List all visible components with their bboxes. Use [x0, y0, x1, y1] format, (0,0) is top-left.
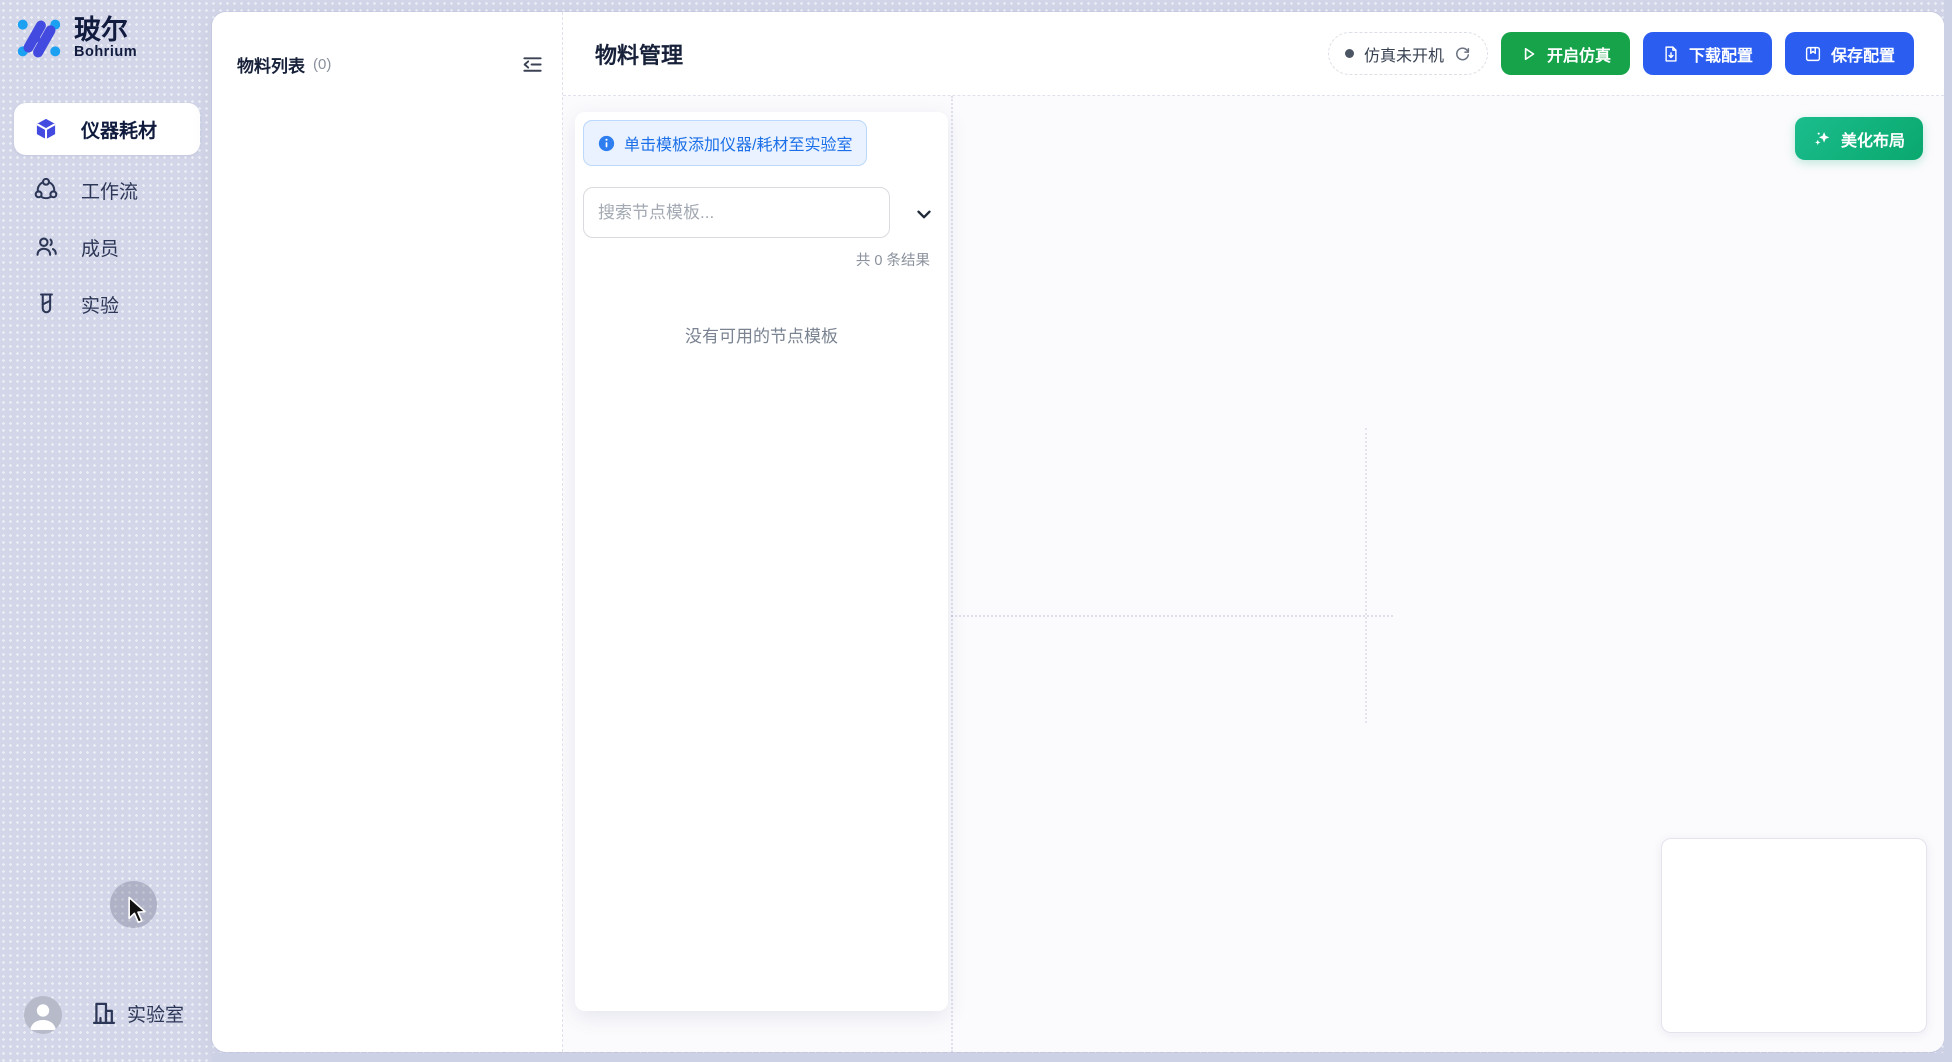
horizontal-scrollbar[interactable] — [212, 1053, 1952, 1062]
logo-subtitle: Bohrium — [74, 44, 137, 60]
minimap[interactable] — [1661, 838, 1927, 1033]
sidebar-item-workflow[interactable]: 工作流 — [14, 164, 200, 216]
logo-text: 玻尔 Bohrium — [74, 16, 137, 60]
beautify-layout-label: 美化布局 — [1841, 127, 1905, 151]
save-icon — [1804, 45, 1822, 63]
empty-state-text: 没有可用的节点模板 — [583, 322, 940, 347]
vertical-scrollbar[interactable] — [1944, 0, 1952, 1062]
info-icon — [598, 135, 615, 152]
collapse-panel-icon[interactable] — [521, 53, 544, 76]
canvas-guide-line — [1365, 428, 1367, 723]
hint-banner: 单击模板添加仪器/耗材至实验室 — [583, 120, 867, 166]
logo: 玻尔 Bohrium — [16, 16, 137, 60]
cube-icon — [33, 116, 59, 142]
sidebar-item-instruments[interactable]: 仪器耗材 — [14, 103, 200, 155]
start-simulation-button[interactable]: 开启仿真 — [1501, 32, 1630, 75]
hint-banner-text: 单击模板添加仪器/耗材至实验室 — [624, 131, 852, 155]
topbar: 物料管理 仿真未开机 开启仿真 — [563, 12, 1944, 96]
materials-list-count: (0) — [313, 56, 331, 73]
topbar-actions: 仿真未开机 开启仿真 — [1328, 32, 1914, 75]
materials-panel-header: 物料列表 (0) — [212, 12, 562, 77]
user-icon — [24, 996, 62, 1034]
template-panel: 单击模板添加仪器/耗材至实验室 共 0 条结果 没有可用的节点模板 — [575, 112, 948, 1011]
logo-title: 玻尔 — [74, 16, 137, 44]
page-title: 物料管理 — [595, 38, 683, 70]
chevron-down-icon — [913, 203, 935, 225]
canvas-guide-line — [951, 96, 953, 1052]
status-dot-icon — [1345, 49, 1354, 58]
materials-list-panel: 物料列表 (0) — [212, 12, 563, 1052]
sidebar-item-experiment[interactable]: 实验 — [14, 278, 200, 330]
search-input[interactable] — [583, 187, 890, 238]
workflow-icon — [33, 177, 59, 203]
save-config-label: 保存配置 — [1831, 42, 1895, 66]
sidebar-item-lab[interactable]: 实验室 — [90, 999, 184, 1027]
search-row — [583, 187, 940, 238]
download-file-icon — [1662, 45, 1680, 63]
play-icon — [1520, 45, 1538, 63]
download-config-label: 下载配置 — [1689, 42, 1753, 66]
sparkles-icon — [1813, 129, 1832, 148]
mouse-cursor — [126, 896, 150, 924]
main-window: 物料列表 (0) 物料管理 仿真未开机 — [212, 12, 1944, 1052]
expand-filter-button[interactable] — [910, 200, 938, 228]
results-count: 共 0 条结果 — [583, 249, 940, 270]
download-config-button[interactable]: 下载配置 — [1643, 32, 1772, 75]
lab-label: 实验室 — [127, 1000, 184, 1027]
bohrium-logo-icon — [16, 16, 62, 60]
building-icon — [90, 999, 118, 1027]
sidebar-item-label: 仪器耗材 — [81, 116, 157, 143]
save-config-button[interactable]: 保存配置 — [1785, 32, 1914, 75]
sidebar: 玻尔 Bohrium 仪器耗材 工作流 成员 — [0, 0, 212, 1062]
status-text: 仿真未开机 — [1364, 42, 1444, 66]
start-simulation-label: 开启仿真 — [1547, 42, 1611, 66]
canvas-guide-line — [951, 615, 1393, 617]
sidebar-item-label: 成员 — [81, 234, 119, 261]
sidebar-item-members[interactable]: 成员 — [14, 221, 200, 273]
refresh-icon[interactable] — [1454, 45, 1471, 62]
avatar[interactable] — [24, 996, 62, 1034]
main-area: 物料管理 仿真未开机 开启仿真 — [563, 12, 1944, 1052]
sidebar-item-label: 工作流 — [81, 177, 138, 204]
canvas[interactable]: 单击模板添加仪器/耗材至实验室 共 0 条结果 没有可用的节点模板 — [563, 96, 1944, 1052]
beautify-layout-button[interactable]: 美化布局 — [1795, 117, 1923, 160]
sidebar-item-label: 实验 — [81, 291, 119, 318]
experiment-icon — [33, 291, 59, 317]
materials-list-title: 物料列表 — [237, 52, 305, 77]
members-icon — [33, 234, 59, 260]
simulation-status-pill[interactable]: 仿真未开机 — [1328, 32, 1488, 75]
